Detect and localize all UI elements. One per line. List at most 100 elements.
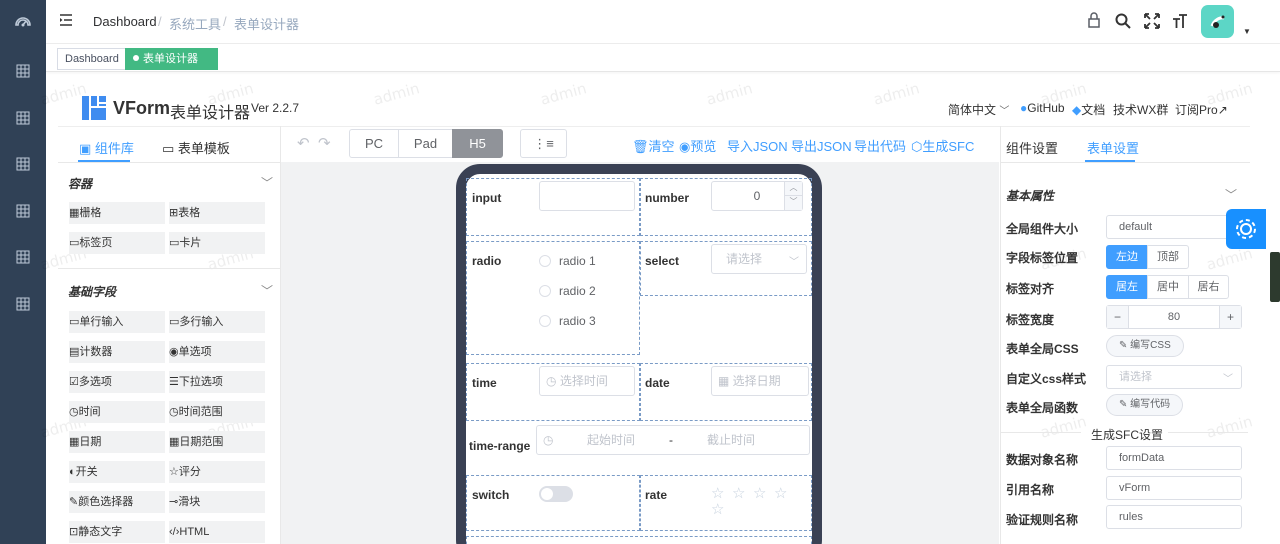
redo-icon[interactable]: ↷: [318, 134, 331, 152]
component-grid[interactable]: ▦栅格: [69, 202, 165, 224]
label-pos-left[interactable]: 左边: [1106, 245, 1148, 269]
tab-component-settings[interactable]: 组件设置: [1006, 138, 1058, 157]
wx-group-link[interactable]: 技术WX群: [1113, 101, 1168, 118]
table-icon[interactable]: [14, 64, 32, 78]
docs-link[interactable]: ◆文档: [1072, 101, 1105, 118]
import-json-button[interactable]: 导入JSON: [727, 136, 788, 155]
radio-button[interactable]: [539, 285, 551, 297]
form-item-number[interactable]: number 0 ︿ ﹀: [640, 178, 812, 236]
star-icon[interactable]: ☆: [774, 486, 787, 501]
search-icon[interactable]: [1115, 13, 1131, 32]
table-icon[interactable]: [14, 250, 32, 264]
table-icon[interactable]: [14, 111, 32, 125]
fullscreen-icon[interactable]: [1144, 13, 1160, 32]
component-time-range[interactable]: ◷时间范围: [169, 401, 265, 423]
settings-fab[interactable]: [1226, 209, 1266, 249]
chevron-down-icon[interactable]: ﹀: [1225, 186, 1237, 203]
chevron-down-icon[interactable]: ﹀: [261, 282, 273, 299]
table-icon[interactable]: [14, 204, 32, 218]
section-basic-fields-title[interactable]: 基础字段: [68, 283, 116, 300]
table-icon[interactable]: [14, 297, 32, 311]
component-date[interactable]: ▦日期: [69, 431, 165, 453]
language-select[interactable]: 简体中文 ﹀: [948, 101, 1009, 118]
decrement-icon[interactable]: ﹀: [784, 196, 802, 210]
radio-button[interactable]: [539, 315, 551, 327]
form-item-rate[interactable]: rate ☆ ☆ ☆ ☆ ☆: [640, 475, 812, 531]
radio-button[interactable]: [539, 255, 551, 267]
component-switch[interactable]: ◐开关: [69, 461, 165, 483]
align-right[interactable]: 居右: [1188, 275, 1229, 299]
ref-name-input[interactable]: vForm: [1106, 476, 1242, 500]
component-slider[interactable]: ⊸滑块: [169, 491, 265, 513]
clear-button[interactable]: 🗑清空: [632, 136, 675, 155]
table-icon[interactable]: [14, 157, 32, 171]
breadcrumb-dashboard[interactable]: Dashboard: [93, 14, 157, 29]
export-code-button[interactable]: 导出代码: [854, 136, 906, 155]
tag-form-designer[interactable]: 表单设计器 ×: [125, 48, 218, 85]
github-link[interactable]: ●GitHub: [1020, 101, 1065, 115]
component-html[interactable]: ‹/›HTML: [169, 521, 265, 543]
component-static-text[interactable]: ⊡静态文字: [69, 521, 165, 543]
component-select[interactable]: ☰下拉选项: [169, 371, 265, 393]
component-number[interactable]: ▤计数器: [69, 341, 165, 363]
font-size-icon[interactable]: [1172, 13, 1188, 32]
plus-icon[interactable]: +: [1219, 306, 1241, 328]
time-range-picker[interactable]: ◷ 起始时间 - 截止时间: [536, 425, 810, 455]
form-item-time-range[interactable]: time-range ◷ 起始时间 - 截止时间: [466, 425, 812, 471]
tag-dashboard[interactable]: Dashboard: [57, 48, 127, 70]
form-item-date[interactable]: date ▦ 选择日期: [640, 363, 812, 421]
node-tree-button[interactable]: ⋮≡: [520, 129, 567, 158]
edit-css-button[interactable]: ✎ 编写CSS: [1106, 335, 1184, 357]
rules-name-input[interactable]: rules: [1106, 505, 1242, 529]
component-date-range[interactable]: ▦日期范围: [169, 431, 265, 453]
component-checkbox[interactable]: ☑多选项: [69, 371, 165, 393]
component-color-picker[interactable]: ✎颜色选择器: [69, 491, 165, 513]
basic-props-title[interactable]: 基本属性: [1006, 187, 1054, 204]
custom-css-select[interactable]: 请选择: [1106, 365, 1242, 389]
section-containers-title[interactable]: 容器: [68, 175, 92, 192]
label-pos-top[interactable]: 顶部: [1147, 245, 1189, 269]
component-textarea[interactable]: ▭多行输入: [169, 311, 265, 333]
align-center[interactable]: 居中: [1147, 275, 1189, 299]
component-card[interactable]: ▭卡片: [169, 232, 265, 254]
preview-button[interactable]: ◉预览: [679, 136, 716, 155]
tab-components[interactable]: ▣ 组件库: [79, 138, 134, 157]
size-select[interactable]: default: [1106, 215, 1236, 239]
caret-down-icon[interactable]: ▼: [1243, 27, 1251, 36]
align-left[interactable]: 居左: [1106, 275, 1148, 299]
switch-toggle[interactable]: [539, 486, 573, 502]
form-item-radio[interactable]: radio radio 1 radio 2 radio 3: [466, 241, 640, 355]
star-icon[interactable]: ☆: [711, 486, 724, 501]
generate-sfc-button[interactable]: ⬡生成SFC: [911, 136, 974, 155]
form-item-switch[interactable]: switch: [466, 475, 640, 531]
pro-link[interactable]: 订阅Pro↗: [1175, 101, 1228, 118]
component-rate[interactable]: ☆评分: [169, 461, 265, 483]
form-item-input[interactable]: input: [466, 178, 640, 236]
device-pad-button[interactable]: Pad: [398, 129, 453, 158]
lock-icon[interactable]: [1087, 12, 1101, 31]
scrollbar-thumb[interactable]: [1270, 252, 1280, 302]
date-picker[interactable]: ▦ 选择日期: [711, 366, 809, 396]
tab-templates[interactable]: ▭ 表单模板: [162, 138, 230, 157]
export-json-button[interactable]: 导出JSON: [791, 136, 852, 155]
form-item-next[interactable]: [466, 536, 812, 544]
dashboard-icon[interactable]: [14, 16, 32, 30]
device-h5-button[interactable]: H5: [452, 129, 503, 158]
undo-icon[interactable]: ↶: [297, 134, 310, 152]
increment-icon[interactable]: ︿: [784, 182, 802, 196]
tab-form-settings[interactable]: 表单设置: [1087, 138, 1139, 157]
minus-icon[interactable]: −: [1107, 306, 1129, 328]
form-item-select[interactable]: select 请选择 ﹀: [640, 241, 812, 296]
component-input[interactable]: ▭单行输入: [69, 311, 165, 333]
component-tabs[interactable]: ▭标签页: [69, 232, 165, 254]
component-radio[interactable]: ◉单选项: [169, 341, 265, 363]
star-icon[interactable]: ☆: [711, 502, 724, 517]
device-pc-button[interactable]: PC: [349, 129, 399, 158]
form-item-time[interactable]: time ◷ 选择时间: [466, 363, 640, 421]
component-table[interactable]: ⊞表格: [169, 202, 265, 224]
time-picker[interactable]: ◷ 选择时间: [539, 366, 635, 396]
component-time[interactable]: ◷时间: [69, 401, 165, 423]
data-object-name-input[interactable]: formData: [1106, 446, 1242, 470]
star-icon[interactable]: ☆: [753, 486, 766, 501]
close-icon[interactable]: ×: [138, 74, 144, 85]
